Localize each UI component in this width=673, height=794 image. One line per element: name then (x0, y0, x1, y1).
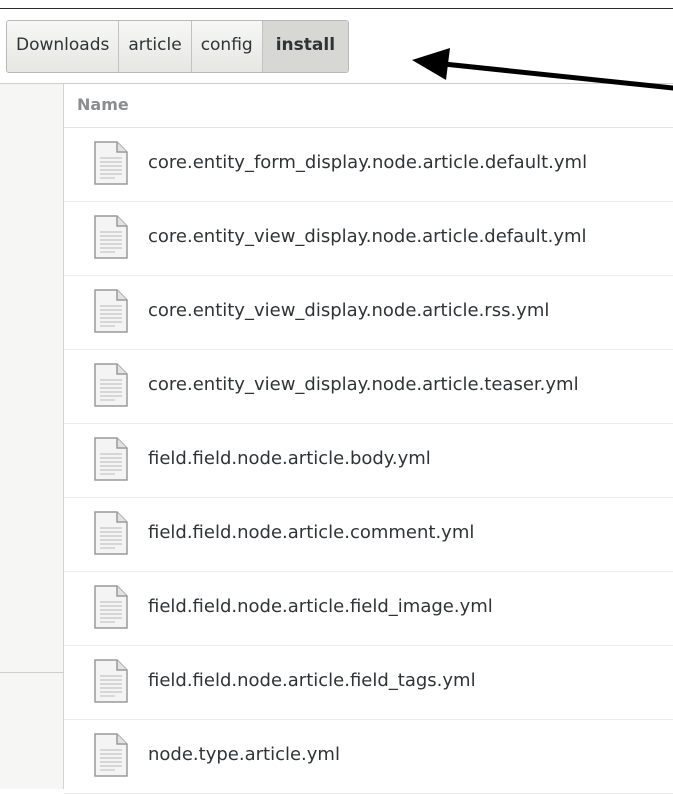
column-header-name[interactable]: Name (64, 84, 673, 128)
file-name: core.entity_view_display.node.article.te… (148, 374, 579, 395)
file-row[interactable]: field.field.node.article.field_tags.yml (64, 646, 673, 720)
file-row[interactable]: core.entity_view_display.node.article.te… (64, 350, 673, 424)
text-file-icon (94, 733, 128, 777)
file-row[interactable]: field.field.node.article.field_image.yml (64, 572, 673, 646)
file-name: core.entity_view_display.node.article.rs… (148, 300, 550, 321)
file-list: Name core.entity_form_display.node.artic… (64, 84, 673, 794)
text-file-icon (94, 511, 128, 555)
column-header-label: Name (77, 95, 129, 114)
file-row[interactable]: node.type.article.yml (64, 720, 673, 794)
breadcrumb-downloads[interactable]: Downloads (7, 21, 120, 72)
file-name: field.field.node.article.body.yml (148, 448, 431, 469)
file-row[interactable]: core.entity_view_display.node.article.rs… (64, 276, 673, 350)
file-name: core.entity_form_display.node.article.de… (148, 152, 588, 173)
sidebar-divider (0, 672, 64, 673)
breadcrumb-article[interactable]: article (119, 21, 192, 72)
text-file-icon (94, 585, 128, 629)
breadcrumb-config[interactable]: config (191, 21, 263, 72)
text-file-icon (94, 289, 128, 333)
text-file-icon (94, 141, 128, 185)
file-name: core.entity_view_display.node.article.de… (148, 226, 587, 247)
file-name: field.field.node.article.comment.yml (148, 522, 475, 543)
file-row[interactable]: core.entity_form_display.node.article.de… (64, 128, 673, 202)
path-bar: Downloads article config install (6, 20, 350, 73)
file-name: field.field.node.article.field_image.yml (148, 596, 493, 617)
file-name: node.type.article.yml (148, 744, 340, 765)
window-top-edge (0, 0, 673, 9)
file-row[interactable]: core.entity_view_display.node.article.de… (64, 202, 673, 276)
text-file-icon (94, 363, 128, 407)
file-row[interactable]: field.field.node.article.comment.yml (64, 498, 673, 572)
breadcrumb-install[interactable]: install (262, 21, 349, 72)
file-name: field.field.node.article.field_tags.yml (148, 670, 476, 691)
sidebar (0, 84, 64, 789)
text-file-icon (94, 659, 128, 703)
file-row[interactable]: field.field.node.article.body.yml (64, 424, 673, 498)
text-file-icon (94, 215, 128, 259)
file-rows: core.entity_form_display.node.article.de… (64, 128, 673, 794)
text-file-icon (94, 437, 128, 481)
